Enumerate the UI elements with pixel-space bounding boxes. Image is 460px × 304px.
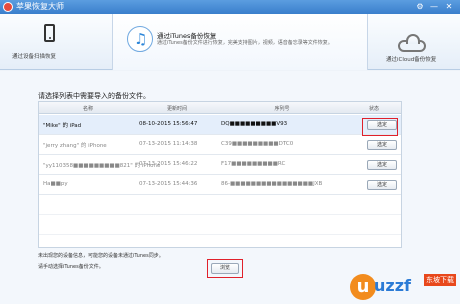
table-row[interactable]: "yy110358■■■■■■■■■821" 的 iPhone 07-13-20… xyxy=(39,155,401,175)
select-button-highlight xyxy=(362,118,398,136)
row-time: 07-13-2015 15:46:22 xyxy=(139,161,198,167)
title-bar: 苹果恢复大师 ⚙ — ✕ xyxy=(0,0,460,14)
table-row[interactable]: "jerry zhang" 的 iPhone 07-13-2015 11:14:… xyxy=(39,135,401,155)
column-header-serial: 序列号 xyxy=(274,106,290,112)
tab-itunes-title: 通过iTunes备份恢复 xyxy=(157,32,217,40)
watermark-logo-icon: u xyxy=(350,274,376,300)
watermark-brand: uzzf xyxy=(374,276,411,295)
row-name: Ha■■py xyxy=(43,181,68,187)
tab-itunes-description: 通过iTunes备份文件进行恢复，完美支持图片，视频，语音备忘录等文件恢复。 xyxy=(157,40,333,46)
music-note-icon-circle: ♫ xyxy=(127,26,153,52)
table-header: 名称 更新时间 序列号 状态 xyxy=(39,102,401,114)
app-logo-icon xyxy=(3,2,13,12)
tab-itunes-backup[interactable]: ♫ 通过iTunes备份恢复 通过iTunes备份文件进行恢复，完美支持图片，视… xyxy=(112,14,368,70)
select-button[interactable]: 选定 xyxy=(367,160,397,170)
row-time: 07-13-2015 11:14:38 xyxy=(139,141,198,147)
row-serial: DQ■■■■■■■■■V93 xyxy=(221,121,288,127)
iphone-icon xyxy=(44,24,55,42)
settings-icon[interactable]: ⚙ xyxy=(414,1,426,13)
empty-row xyxy=(39,195,401,215)
backup-table: 名称 更新时间 序列号 状态 "Mike" 的 iPad 08-10-2015 … xyxy=(38,101,402,248)
window-title: 苹果恢复大师 xyxy=(16,2,64,11)
table-row[interactable]: "Mike" 的 iPad 08-10-2015 15:56:47 DQ■■■■… xyxy=(39,115,401,135)
browse-button-highlight xyxy=(207,259,243,278)
row-serial: C39■■■■■■■■■DTC0 xyxy=(221,141,294,147)
hint-manual-select: 请手动选择iTunes备份文件。 xyxy=(38,264,104,270)
cloud-icon-top xyxy=(406,34,420,44)
row-time: 07-13-2015 15:44:36 xyxy=(139,181,198,187)
minimize-button[interactable]: — xyxy=(428,1,440,13)
watermark-tag: 东坡下载 xyxy=(424,274,456,286)
row-name: "Mike" 的 iPad xyxy=(43,123,82,129)
table-row[interactable]: Ha■■py 07-13-2015 15:44:36 86-■■■■■■■■■■… xyxy=(39,175,401,195)
column-header-status: 状态 xyxy=(368,106,379,112)
empty-row xyxy=(39,215,401,235)
select-button[interactable]: 选定 xyxy=(367,180,397,190)
tab-device-scan[interactable]: 通过设备扫描恢复 xyxy=(0,14,112,70)
tab-icloud-label: 通过iCloud备份恢复 xyxy=(386,57,437,63)
page-heading: 请选择列表中需要导入的备份文件。 xyxy=(38,92,150,100)
select-button[interactable]: 选定 xyxy=(367,140,397,150)
watermark: u uzzf 东坡下载 xyxy=(350,272,460,304)
close-button[interactable]: ✕ xyxy=(443,1,455,13)
column-header-time: 更新时间 xyxy=(166,106,187,112)
row-serial: 86-■■■■■■■■■■■■■■■■JXB xyxy=(221,181,323,187)
column-header-name: 名称 xyxy=(82,106,93,112)
hint-no-device: 未出现您的设备信息，可能您的设备未通过iTunes同步。 xyxy=(38,253,164,259)
tab-device-label: 通过设备扫描恢复 xyxy=(12,54,57,60)
music-note-icon: ♫ xyxy=(134,30,148,48)
mode-tabs: 通过设备扫描恢复 ♫ 通过iTunes备份恢复 通过iTunes备份文件进行恢复… xyxy=(0,14,460,70)
row-name: "jerry zhang" 的 iPhone xyxy=(43,143,107,149)
row-serial: F17■■■■■■■■■RC xyxy=(221,161,286,167)
row-time: 08-10-2015 15:56:47 xyxy=(139,121,198,127)
